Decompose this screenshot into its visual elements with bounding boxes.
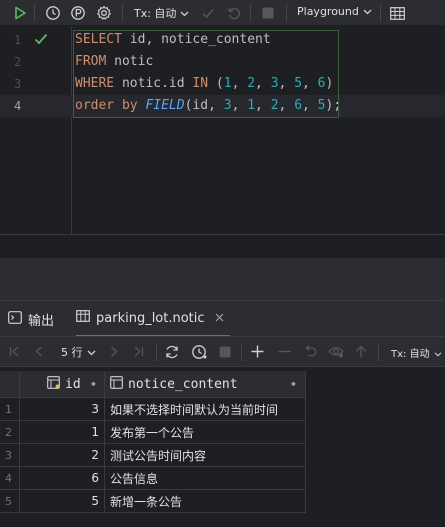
history-icon[interactable] [43,3,63,23]
run-icon[interactable] [10,3,30,23]
rollback-icon[interactable] [224,3,244,23]
column-header-notice-content[interactable]: notice_content ◆ [105,371,306,398]
row-number-header [0,371,20,398]
query-time-icon[interactable] [191,344,208,363]
add-row-icon[interactable] [251,345,264,361]
page-size-dropdown[interactable]: 5 行 [61,344,96,360]
row-number: 5 [0,490,20,513]
toolbar-separator [34,4,35,22]
executed-statement-highlight [73,30,339,118]
last-page-icon[interactable] [133,346,144,360]
tab-result-label: parking_lot.notic [96,310,205,326]
sql-editor[interactable]: 1 SELECT id, notice_content 2 FROM notic… [0,26,445,234]
next-page-icon[interactable] [110,346,118,360]
row-number: 4 [0,467,20,490]
column-header-label: notice_content [128,376,238,392]
line-number: 2 [14,55,22,69]
toolbar-separator [241,343,242,361]
close-icon[interactable] [215,311,224,326]
cell-notice-content[interactable]: 测试公告时间内容 [105,444,306,467]
chevron-down-icon [180,7,189,20]
line-number: 3 [14,77,22,91]
explain-plan-icon[interactable] [68,3,88,23]
tab-output[interactable]: 输出 [8,301,54,337]
playground-label: Playground [297,5,359,18]
services-panel-area [0,258,445,300]
cell-notice-content[interactable]: 如果不选择时间默认为当前时间 [105,398,306,421]
toolbar-separator [286,4,287,22]
table-icon [76,310,90,326]
column-header-id[interactable]: id ◆ [20,371,105,398]
cell-id[interactable]: 2 [20,444,105,467]
executed-check-icon [34,33,48,48]
settings-gear-icon[interactable] [94,3,114,23]
row-number: 2 [0,421,20,444]
previous-page-icon[interactable] [35,346,43,360]
view-eye-icon[interactable] [328,345,345,361]
delete-row-icon[interactable] [278,345,291,361]
row-number: 3 [0,444,20,467]
results-toolbar: 5 行 Tx: 自动 [0,336,445,366]
stop-icon[interactable] [258,3,278,23]
toolbar-separator [250,4,251,22]
cell-id[interactable]: 1 [20,421,105,444]
toolbar-separator [378,343,379,361]
chevron-down-icon [363,5,372,18]
row-count-label: 5 行 [61,346,83,359]
tab-result-parking-lot-notic[interactable]: parking_lot.notic [76,301,230,337]
results-tab-bar: 输出 parking_lot.notic [0,300,445,337]
result-grid[interactable]: id ◆ notice_content ◆ 1 3 如果不选择时间默认为当前时间… [0,366,445,527]
line-number: 1 [14,33,22,47]
stop-icon[interactable] [219,346,231,361]
cell-id[interactable]: 3 [20,398,105,421]
toolbar-separator [156,343,157,361]
cell-notice-content[interactable]: 公告信息 [105,467,306,490]
key-column-icon [47,375,60,393]
chevron-down-icon [87,346,96,359]
console-icon [8,310,22,328]
sort-icon[interactable]: ◆ [291,379,296,388]
playground-dropdown[interactable]: Playground [297,5,372,18]
toolbar-separator [122,4,123,22]
row-number: 1 [0,398,20,421]
transaction-mode-dropdown[interactable]: Tx: 自动 [134,5,189,21]
cell-notice-content[interactable]: 新增一条公告 [105,490,306,513]
line-number: 4 [14,99,22,113]
table-view-icon[interactable] [387,3,407,23]
cell-id[interactable]: 6 [20,467,105,490]
transaction-mode-label: Tx: 自动 [391,349,430,360]
commit-check-icon[interactable] [198,3,218,23]
sort-icon[interactable]: ◆ [91,379,96,388]
column-header-label: id [65,376,81,392]
result-transaction-mode-dropdown[interactable]: Tx: 自动 [391,345,442,360]
chevron-down-icon [434,349,442,360]
main-toolbar: Tx: 自动 Playground [0,0,445,26]
transaction-mode-label: Tx: 自动 [134,7,177,20]
editor-bottom-strip [0,234,445,258]
first-page-icon[interactable] [9,346,20,360]
text-column-icon [110,375,123,393]
cell-notice-content[interactable]: 发布第一个公告 [105,421,306,444]
refresh-icon[interactable] [164,344,180,363]
submit-up-icon[interactable] [355,345,367,361]
cell-id[interactable]: 5 [20,490,105,513]
tab-output-label: 输出 [28,313,55,329]
revert-icon[interactable] [303,345,317,361]
toolbar-separator [380,4,381,22]
